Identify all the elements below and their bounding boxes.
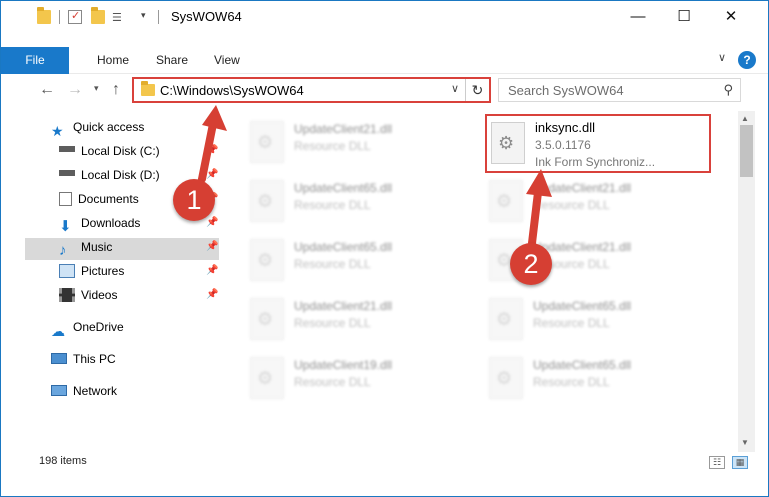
step-2-badge: 2 <box>510 243 552 285</box>
explorer-window: ✓ ☰ ▾ SysWOW64 — ☐ ✕ File Home Share Vie… <box>0 0 769 497</box>
arrow-1 <box>198 105 227 183</box>
annotation-arrows <box>198 105 552 247</box>
arrow-2 <box>526 169 552 247</box>
step-1-badge: 1 <box>173 179 215 221</box>
